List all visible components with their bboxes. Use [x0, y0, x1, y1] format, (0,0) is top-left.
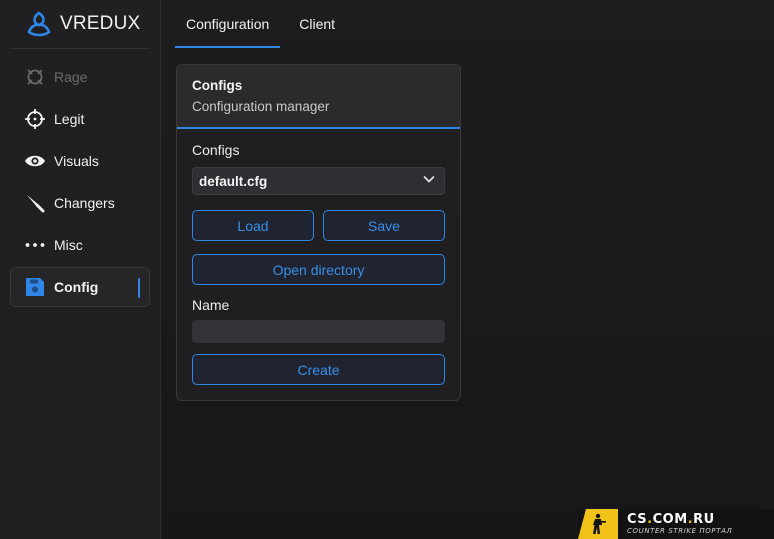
- sidebar-item-changers[interactable]: Changers: [10, 183, 150, 223]
- tab-bar: Configuration Client: [175, 0, 354, 48]
- sidebar-item-label: Misc: [54, 237, 83, 253]
- card-header: Configs Configuration manager: [177, 65, 460, 129]
- crosshair-icon: [24, 108, 46, 130]
- knife-icon: [24, 192, 46, 214]
- rage-target-icon: [24, 66, 46, 88]
- card-subtitle: Configuration manager: [192, 99, 330, 114]
- name-label: Name: [192, 297, 230, 313]
- sidebar: VREDUX Rage Legit Visuals Changers Misc …: [0, 0, 161, 539]
- tab-client[interactable]: Client: [288, 0, 346, 48]
- config-select[interactable]: default.cfg: [192, 167, 445, 195]
- watermark-tagline: COUNTER STRIKE ПОРТАЛ: [627, 527, 733, 535]
- sidebar-item-config[interactable]: Config: [10, 267, 150, 307]
- selected-config-value: default.cfg: [199, 173, 268, 189]
- app-window: VREDUX Rage Legit Visuals Changers Misc …: [0, 0, 774, 539]
- brand-header: VREDUX: [10, 0, 150, 49]
- open-directory-button[interactable]: Open directory: [192, 254, 445, 285]
- watermark-site-name: CS.COM.RU: [627, 512, 715, 527]
- eye-icon: [24, 150, 46, 172]
- sidebar-item-label: Changers: [54, 195, 115, 211]
- save-disk-icon: [24, 276, 46, 298]
- sidebar-item-label: Rage: [54, 69, 88, 85]
- soldier-silhouette-icon: [578, 509, 618, 539]
- sidebar-item-visuals[interactable]: Visuals: [10, 141, 150, 181]
- tab-configuration[interactable]: Configuration: [175, 0, 281, 48]
- sidebar-item-misc[interactable]: Misc: [10, 225, 150, 265]
- sidebar-item-label: Config: [54, 279, 99, 295]
- create-button[interactable]: Create: [192, 354, 445, 385]
- brand-name: VREDUX: [60, 13, 141, 34]
- save-button[interactable]: Save: [323, 210, 445, 241]
- vredux-triskelion-icon: [24, 9, 54, 39]
- sidebar-item-label: Legit: [54, 111, 85, 127]
- sidebar-item-rage[interactable]: Rage: [10, 57, 150, 97]
- site-watermark: CS.COM.RU COUNTER STRIKE ПОРТАЛ: [578, 509, 774, 539]
- active-indicator: [138, 278, 140, 298]
- chevron-down-icon: [422, 172, 436, 191]
- load-button[interactable]: Load: [192, 210, 314, 241]
- sidebar-nav: Rage Legit Visuals Changers Misc Config: [10, 57, 150, 309]
- card-title: Configs: [192, 78, 243, 93]
- ellipsis-icon: [24, 234, 46, 256]
- name-input[interactable]: [192, 320, 445, 343]
- configs-card: Configs Configuration manager Configs de…: [176, 64, 461, 401]
- sidebar-item-legit[interactable]: Legit: [10, 99, 150, 139]
- configs-label: Configs: [192, 142, 240, 158]
- main-panel: Configuration Client Configs Configurati…: [161, 0, 774, 539]
- sidebar-item-label: Visuals: [54, 153, 99, 169]
